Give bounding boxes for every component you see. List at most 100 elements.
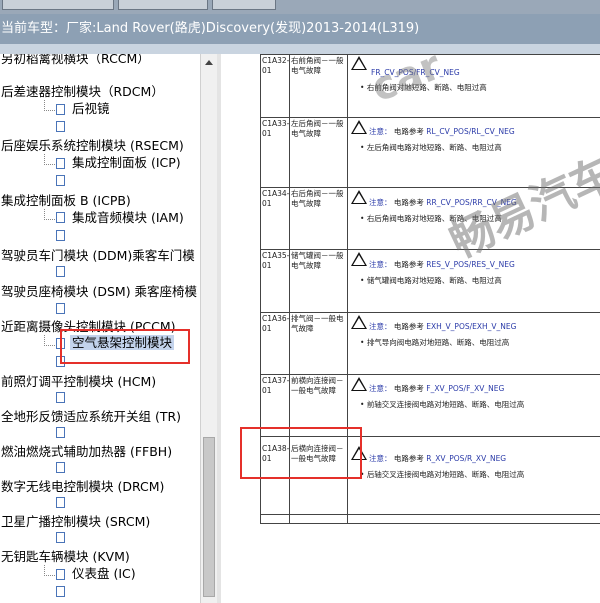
watermark-logo: car [364,54,448,112]
note-label: 注意： [369,127,392,136]
tree-child[interactable]: 后视镜 [72,101,110,117]
dtc-description: 右后角阀－一般电气故障 [291,189,344,208]
row-divider [260,523,600,524]
dtc-note: 注意： 电路参考 R_XV_POS/R_XV_NEG [369,454,506,464]
tree-node[interactable]: 燃油燃烧式辅助加热器 (FFBH) [1,444,172,460]
document-icon [56,230,65,241]
dtc-note: 注意： 电路参考 F_XV_POS/F_XV_NEG [369,384,504,394]
document-icon [56,212,65,223]
tree-node[interactable]: 另初稻禽视横块（RCCM） [1,54,150,67]
tree-scrollbar[interactable] [200,54,218,603]
tree-node[interactable]: 驾驶员座椅模块 (DSM) 乘客座椅模 [1,284,197,300]
bullet-text: 排气导向阀电路对地短路、断路、电阻过高 [366,338,510,347]
row-divider [260,249,600,250]
tree-node[interactable]: 后差速器控制模块（RDCM） [1,84,164,100]
document-icon [56,175,65,186]
note-text: 电路参考 [393,127,424,136]
dtc-note: 注意： 电路参考 RES_V_POS/RES_V_NEG [369,260,515,270]
document-icon [56,392,65,403]
note-label: 注意： [369,454,392,463]
tree-node[interactable]: 后座娱乐系统控制模块 (RSECM) [1,138,184,154]
document-icon [56,497,65,508]
warning-icon [351,190,367,204]
circuit-ref: R_XV_POS/R_XV_NEG [426,454,507,463]
scroll-up-icon[interactable] [205,60,213,65]
document-icon [56,158,65,169]
dtc-description: 右前角阀－一般电气故障 [291,56,344,75]
toolbar-button[interactable] [118,0,208,10]
warning-icon [351,315,367,329]
dtc-bullet: • 排气导向阀电路对地短路、断路、电阻过高 [360,338,510,347]
tree-node[interactable]: 数字无线电控制模块 (DRCM) [1,479,164,495]
tree-node[interactable]: 无钥匙车辆模块 (KVM) [1,549,130,565]
tree-node[interactable]: 集成控制面板 B (ICPB) [1,193,131,209]
note-label: 注意： [369,198,392,207]
tree-child[interactable]: 集成控制面板 (ICP) [72,155,181,171]
bullet-text: 左后角阀电路对地短路、断路、电阻过高 [366,143,502,152]
dtc-bullet: • 前轴交叉连接阀电路对地短路、断路、电阻过高 [360,400,525,409]
row-divider [260,374,600,375]
toolbar-button[interactable] [2,0,114,10]
dtc-content-pane: C1A32-01 右前角阀－一般电气故障 FR_CV_POS/FR_CV_NEG… [221,54,600,603]
document-icon [56,121,65,132]
dtc-description: 储气罐阀－一般电气故障 [291,251,344,270]
bullet-text: 前轴交叉连接阀电路对地短路、断路、电阻过高 [366,400,525,409]
bullet-text: 后轴交叉连接阀电路对地短路、断路、电阻过高 [366,470,525,479]
tree-node[interactable]: 驾驶员车门模块 (DDM)乘客车门模 [1,248,195,264]
note-text: 电路参考 [393,454,424,463]
dtc-bullet: • 储气罐阀电路对地短路、断路、电阻过高 [360,276,502,285]
dtc-description: 排气阀－一般电气故障 [291,314,344,333]
document-icon [56,266,65,277]
tree-node[interactable]: 卫星广播控制模块 (SRCM) [1,514,150,530]
warning-icon [351,252,367,266]
row-divider [260,312,600,313]
note-label: 注意： [369,260,392,269]
dtc-code: C1A35-01 [262,251,290,270]
scroll-thumb[interactable] [203,437,215,597]
highlight-box [240,427,362,479]
note-text: 电路参考 [393,198,424,207]
document-icon [56,586,65,597]
highlight-box [60,329,190,364]
document-icon [56,462,65,473]
warning-icon [351,377,367,391]
dtc-code: C1A32-01 [262,56,290,75]
dtc-code: C1A34-01 [262,189,290,208]
document-icon [56,104,65,115]
dtc-bullet: • 后轴交叉连接阀电路对地短路、断路、电阻过高 [360,470,525,479]
toolbar-button[interactable] [212,0,276,10]
watermark-logo: 畅易汽车 [442,147,600,269]
dtc-note: 注意： 电路参考 EXH_V_POS/EXH_V_NEG [369,322,516,332]
dtc-code: C1A36-01 [262,314,290,333]
warning-icon [351,120,367,134]
vehicle-label: 当前车型： [1,21,67,36]
note-text: 电路参考 [393,322,424,331]
document-icon [56,303,65,314]
sub-bar [0,44,600,54]
vehicle-info-bar: 当前车型：厂家:Land Rover(路虎)Discovery(发现)2013-… [0,14,600,44]
circuit-ref: EXH_V_POS/EXH_V_NEG [426,322,517,331]
dtc-bullet: • 左后角阀电路对地短路、断路、电阻过高 [360,143,502,152]
dtc-description: 前横向连接阀－一般电气故障 [291,376,344,395]
document-icon [56,569,65,580]
row-divider [260,117,600,118]
tree-child[interactable]: 集成音频模块 (IAM) [72,210,184,226]
document-icon [56,532,65,543]
tree-node[interactable]: 全地形反馈适应系统开关组 (TR) [1,409,181,425]
note-text: 电路参考 [393,384,424,393]
dtc-description: 左后角阀－一般电气故障 [291,119,344,138]
dtc-code: C1A37-01 [262,376,290,395]
tree-node[interactable]: 前照灯调平控制模块 (HCM) [1,374,156,390]
bullet-text: 储气罐阀电路对地短路、断路、电阻过高 [366,276,502,285]
top-toolbar-strip [0,0,600,14]
document-icon [56,427,65,438]
note-label: 注意： [369,322,392,331]
vehicle-name: 厂家:Land Rover(路虎)Discovery(发现)2013-2014(… [66,21,420,36]
dtc-note: 注意： 电路参考 RL_CV_POS/RL_CV_NEG [369,127,515,137]
dtc-code: C1A33-01 [262,119,290,138]
note-label: 注意： [369,384,392,393]
circuit-ref: RL_CV_POS/RL_CV_NEG [426,127,515,136]
row-divider [260,514,600,515]
tree-child[interactable]: 仪表盘 (IC) [72,566,136,582]
circuit-ref: F_XV_POS/F_XV_NEG [426,384,505,393]
